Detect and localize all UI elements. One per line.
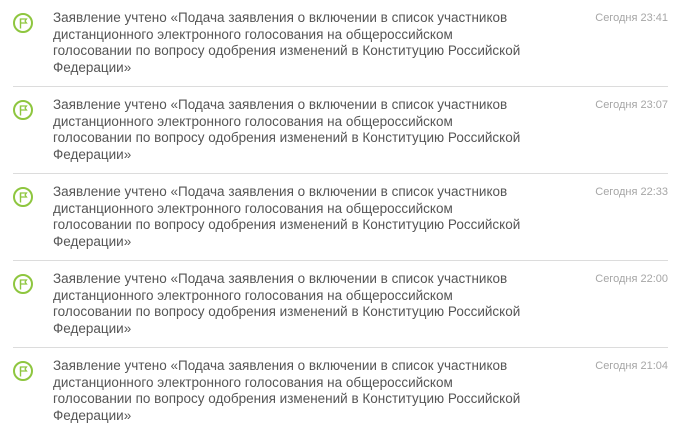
- notification-text: Заявление учтено «Подача заявления о вкл…: [53, 184, 521, 249]
- notification-item[interactable]: Заявление учтено «Подача заявления о вкл…: [0, 87, 700, 174]
- notification-item[interactable]: Заявление учтено «Подача заявления о вкл…: [0, 261, 700, 348]
- notification-text: Заявление учтено «Подача заявления о вкл…: [53, 10, 521, 75]
- notification-time: Сегодня 23:07: [595, 99, 668, 111]
- notification-item[interactable]: Заявление учтено «Подача заявления о вкл…: [0, 0, 700, 87]
- flag-icon: [13, 187, 33, 207]
- notification-time: Сегодня 22:33: [595, 186, 668, 198]
- notification-time: Сегодня 22:00: [595, 273, 668, 285]
- notification-time: Сегодня 21:04: [595, 360, 668, 372]
- flag-icon: [13, 13, 33, 33]
- notification-time: Сегодня 23:41: [595, 12, 668, 24]
- notification-text: Заявление учтено «Подача заявления о вкл…: [53, 358, 521, 423]
- flag-icon: [13, 274, 33, 294]
- notification-item[interactable]: Заявление учтено «Подача заявления о вкл…: [0, 174, 700, 261]
- notification-text: Заявление учтено «Подача заявления о вкл…: [53, 271, 521, 336]
- notification-feed: Заявление учтено «Подача заявления о вкл…: [0, 0, 700, 426]
- flag-icon: [13, 361, 33, 381]
- notification-text: Заявление учтено «Подача заявления о вкл…: [53, 97, 521, 162]
- notification-item[interactable]: Заявление учтено «Подача заявления о вкл…: [0, 348, 700, 435]
- flag-icon: [13, 100, 33, 120]
